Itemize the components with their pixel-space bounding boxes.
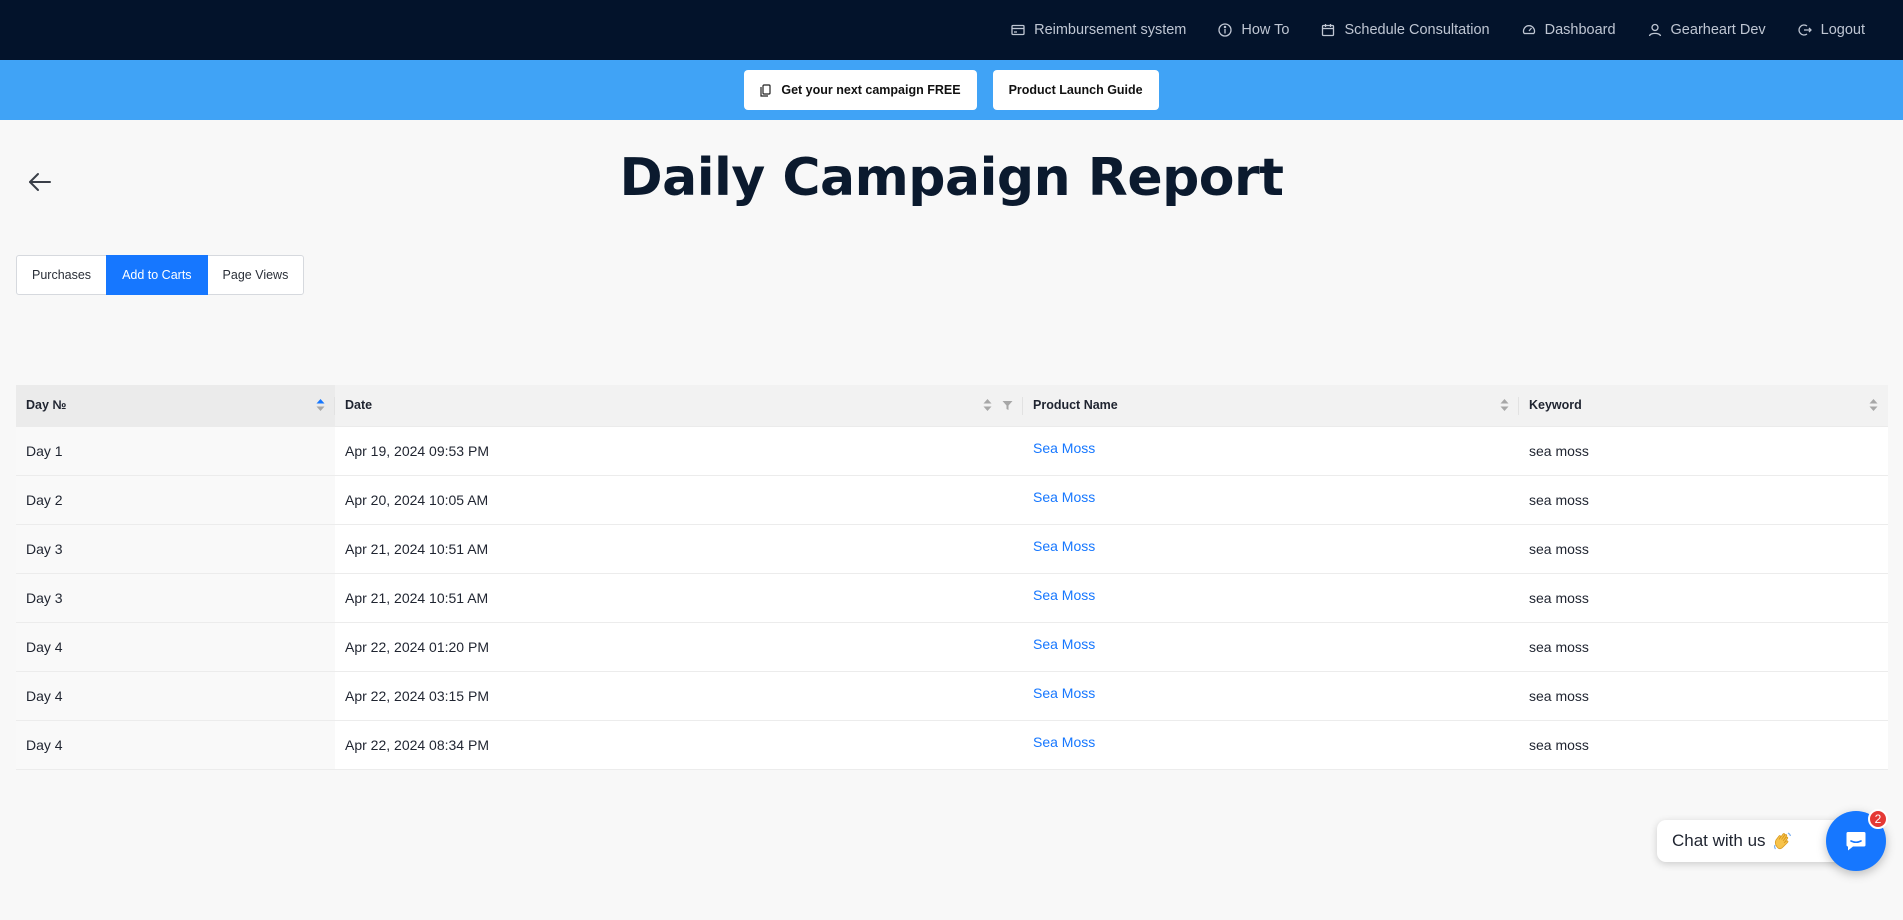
nav-reimbursement-system[interactable]: Reimbursement system (1011, 22, 1186, 38)
info-circle-icon (1218, 23, 1233, 37)
cell-day: Day 4 (16, 671, 335, 721)
page-title: Daily Campaign Report (619, 148, 1284, 208)
tab-add-to-carts[interactable]: Add to Carts (106, 255, 208, 295)
column-header-date[interactable]: Date (335, 385, 1023, 427)
column-label: Day № (26, 398, 67, 413)
logout-icon (1798, 24, 1812, 36)
cell-keyword: sea moss (1519, 475, 1888, 525)
cell-keyword: sea moss (1519, 720, 1888, 770)
cell-product: Sea Moss (1023, 671, 1519, 721)
cell-date: Apr 22, 2024 01:20 PM (335, 622, 1023, 672)
nav-user-account[interactable]: Gearheart Dev (1648, 22, 1766, 38)
nav-dashboard[interactable]: Dashboard (1522, 22, 1616, 38)
product-link[interactable]: Sea Moss (1033, 685, 1095, 701)
nav-label: Logout (1820, 22, 1865, 38)
credit-card-icon (1011, 24, 1025, 36)
product-link[interactable]: Sea Moss (1033, 636, 1095, 652)
cell-day: Day 2 (16, 475, 335, 525)
table-row: Day 3 Apr 21, 2024 10:51 AM Sea Moss sea… (16, 524, 1888, 574)
table-row: Day 2 Apr 20, 2024 10:05 AM Sea Moss sea… (16, 475, 1888, 525)
cell-product: Sea Moss (1023, 475, 1519, 525)
top-navbar: Reimbursement system How To Schedule Con… (0, 0, 1903, 60)
table-row: Day 3 Apr 21, 2024 10:51 AM Sea Moss sea… (16, 573, 1888, 623)
cell-date: Apr 22, 2024 08:34 PM (335, 720, 1023, 770)
user-icon (1648, 23, 1661, 37)
cell-product: Sea Moss (1023, 622, 1519, 672)
sort-icon[interactable] (1869, 398, 1878, 412)
chat-launcher-button[interactable]: 2 (1826, 809, 1888, 871)
product-link[interactable]: Sea Moss (1033, 538, 1095, 554)
cell-product: Sea Moss (1023, 573, 1519, 623)
cell-keyword: sea moss (1519, 573, 1888, 623)
product-link[interactable]: Sea Moss (1033, 440, 1095, 456)
nav-schedule-consultation[interactable]: Schedule Consultation (1321, 22, 1490, 38)
table-row: Day 4 Apr 22, 2024 01:20 PM Sea Moss sea… (16, 622, 1888, 672)
column-label: Product Name (1033, 398, 1118, 413)
column-label: Keyword (1529, 398, 1582, 413)
cell-product: Sea Moss (1023, 720, 1519, 770)
table-row: Day 4 Apr 22, 2024 08:34 PM Sea Moss sea… (16, 720, 1888, 770)
nav-logout[interactable]: Logout (1798, 22, 1865, 38)
chat-with-us-bubble[interactable]: Chat with us (1657, 820, 1846, 862)
report-table: Day № Date Product Name Keyword Day 1 Ap… (16, 385, 1888, 770)
nav-label: Schedule Consultation (1344, 22, 1490, 38)
nav-label: Gearheart Dev (1670, 22, 1766, 38)
waving-hand-icon (1773, 832, 1791, 850)
table-header-row: Day № Date Product Name Keyword (16, 385, 1888, 427)
sort-ascending-icon[interactable] (316, 398, 325, 412)
calendar-icon (1322, 24, 1335, 37)
tab-purchases[interactable]: Purchases (16, 255, 108, 295)
cell-product: Sea Moss (1023, 524, 1519, 574)
sort-icon[interactable] (983, 398, 992, 412)
cell-keyword: sea moss (1519, 426, 1888, 476)
nav-how-to[interactable]: How To (1218, 22, 1289, 38)
cell-date: Apr 21, 2024 10:51 AM (335, 573, 1023, 623)
cell-day: Day 3 (16, 573, 335, 623)
product-link[interactable]: Sea Moss (1033, 587, 1095, 603)
column-header-keyword[interactable]: Keyword (1519, 385, 1888, 427)
cell-product: Sea Moss (1023, 426, 1519, 476)
cell-day: Day 4 (16, 720, 335, 770)
cell-date: Apr 20, 2024 10:05 AM (335, 475, 1023, 525)
cell-day: Day 3 (16, 524, 335, 574)
filter-icon[interactable] (1002, 400, 1013, 411)
column-label: Date (345, 398, 373, 413)
cell-date: Apr 19, 2024 09:53 PM (335, 426, 1023, 476)
chat-icon (1846, 832, 1866, 851)
dashboard-gauge-icon (1522, 25, 1535, 35)
chat-label: Chat with us (1672, 831, 1766, 850)
nav-label: Reimbursement system (1034, 22, 1187, 38)
cell-date: Apr 22, 2024 03:15 PM (335, 671, 1023, 721)
column-header-day[interactable]: Day № (16, 385, 335, 427)
document-icon (760, 83, 771, 97)
column-header-product-name[interactable]: Product Name (1023, 385, 1519, 427)
table-row: Day 1 Apr 19, 2024 09:53 PM Sea Moss sea… (16, 426, 1888, 476)
product-link[interactable]: Sea Moss (1033, 734, 1095, 750)
report-type-tabs: Purchases Add to Carts Page Views (16, 255, 305, 295)
nav-label: Dashboard (1544, 22, 1616, 38)
sort-icon[interactable] (1500, 398, 1509, 412)
promo-bar: Get your next campaign FREE Product Laun… (0, 60, 1903, 120)
free-campaign-button[interactable]: Get your next campaign FREE (744, 70, 977, 110)
cell-date: Apr 21, 2024 10:51 AM (335, 524, 1023, 574)
tab-page-views[interactable]: Page Views (206, 255, 305, 295)
cell-day: Day 4 (16, 622, 335, 672)
cell-keyword: sea moss (1519, 524, 1888, 574)
unread-count-badge: 2 (1868, 809, 1888, 829)
table-row: Day 4 Apr 22, 2024 03:15 PM Sea Moss sea… (16, 671, 1888, 721)
cell-keyword: sea moss (1519, 622, 1888, 672)
product-link[interactable]: Sea Moss (1033, 489, 1095, 505)
launch-guide-label: Product Launch Guide (1008, 83, 1143, 97)
free-campaign-label: Get your next campaign FREE (781, 83, 961, 97)
cell-keyword: sea moss (1519, 671, 1888, 721)
product-launch-guide-button[interactable]: Product Launch Guide (992, 70, 1159, 110)
nav-label: How To (1241, 22, 1290, 38)
report-table-container: Day № Date Product Name Keyword Day 1 Ap… (16, 385, 1888, 770)
cell-day: Day 1 (16, 426, 335, 476)
